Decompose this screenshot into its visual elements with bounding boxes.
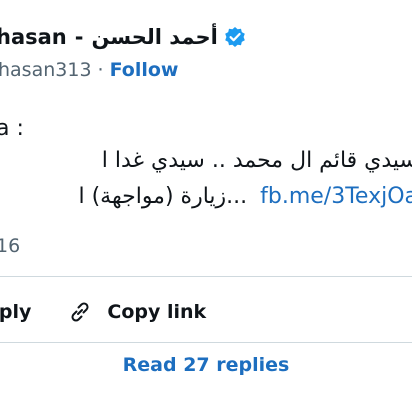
reply-button[interactable]: eply (0, 301, 31, 323)
tweet-text-line-3: زيارة (مواجهة) ا... fb.me/3TexjOa (78, 184, 412, 209)
divider-bottom (0, 342, 412, 343)
copy-link-button[interactable]: Copy link (107, 301, 206, 323)
tweet-text-line-2: سيدي قائم ال محمد .. سيدي غدا ا (101, 148, 412, 173)
read-replies-button[interactable]: Read 27 replies (0, 354, 412, 384)
author-handle[interactable]: hasan313 (0, 59, 92, 81)
author-name-arabic[interactable]: أحمد الحسن (91, 25, 217, 49)
follow-button[interactable]: Follow (110, 59, 179, 81)
verified-badge-icon (224, 26, 246, 48)
tweet-link[interactable]: fb.me/3TexjOa (260, 184, 412, 209)
link-icon[interactable] (67, 299, 93, 325)
author-handle-row: hasan313 · Follow (0, 56, 179, 84)
separator-dot: · (97, 59, 104, 81)
author-name-separator: - (74, 25, 84, 49)
tweet-actions: eply Copy link (0, 296, 206, 328)
tweet-timestamp[interactable]: 16 (0, 235, 20, 257)
author-name-latin[interactable]: hasan (0, 25, 67, 49)
divider-top (0, 276, 412, 277)
author-name-row[interactable]: hasan - أحمد الحسن (0, 22, 246, 52)
tweet-text-line-1: a : (0, 116, 24, 141)
tweet-text-line-3-arabic: زيارة (مواجهة) ا... (78, 184, 248, 209)
